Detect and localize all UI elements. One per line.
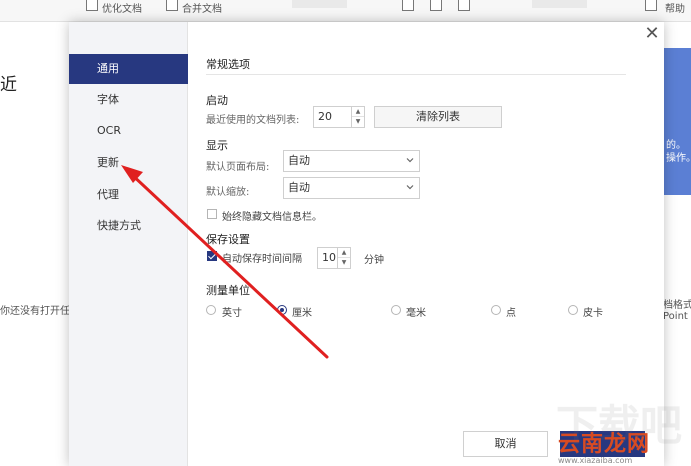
sidebar-item-update[interactable]: 更新 [69,148,188,178]
autosave-label: 自动保存时间间隔 [222,254,302,265]
divider [206,74,626,75]
unit-radio-inch[interactable] [206,305,216,315]
page-up-icon[interactable] [458,0,470,11]
stepper-up-icon[interactable]: ▲ [338,248,350,258]
toolbar-field[interactable] [292,0,347,8]
clear-list-button[interactable]: 清除列表 [374,106,502,128]
cancel-button[interactable]: 取消 [463,431,548,457]
default-zoom-label: 默认缩放: [206,187,250,198]
page-layout-select[interactable]: 自动 [283,150,420,172]
stepper-buttons: ▲ ▼ [337,248,350,268]
recent-docs-value[interactable]: 20 [318,107,332,127]
autosave-interval-stepper[interactable]: 10 ▲ ▼ [317,247,351,269]
default-zoom-select[interactable]: 自动 [283,177,420,199]
banner-line: 操作。 [666,153,691,164]
page-icon[interactable] [402,0,414,11]
page-layout-label: 默认页面布局: [206,162,270,173]
stepper-down-icon[interactable]: ▼ [338,258,350,268]
unit-label-cm: 厘米 [292,308,312,319]
sidebar-item-general[interactable]: 通用 [69,54,188,84]
minutes-unit: 分钟 [364,255,384,266]
stepper-up-icon[interactable]: ▲ [352,107,364,117]
unit-radio-point[interactable] [491,305,501,315]
autosave-checkbox[interactable] [207,251,217,261]
right-panel-text: 档格式 [663,300,691,311]
unit-label-inch: 英寸 [222,308,242,319]
hide-infobar-checkbox[interactable] [207,209,217,219]
watermark-url: www.xiazaiba.com [558,456,633,465]
recent-title: 近 [0,75,17,95]
sidebar-item-shortcuts[interactable]: 快捷方式 [69,211,188,241]
help-icon[interactable] [645,0,657,11]
startup-section-title: 启动 [206,94,228,107]
save-section-title: 保存设置 [206,233,250,246]
background-banner: 的。 操作。 [664,48,691,195]
toolbar-item-optimize[interactable]: 优化文档 [102,0,142,15]
unit-label-pica: 皮卡 [583,308,603,319]
page-down-icon[interactable] [430,0,442,11]
watermark: 下载吧 云南龙网 www.xiazaiba.com [548,401,691,466]
right-panel-text: Point [663,311,688,322]
sidebar-item-fonts[interactable]: 字体 [69,85,188,115]
stepper-buttons: ▲ ▼ [351,107,364,127]
unit-radio-pica[interactable] [568,305,578,315]
toolbar-item-help[interactable]: 帮助 [665,0,685,15]
hide-infobar-label: 始终隐藏文档信息栏。 [222,212,322,223]
chevron-down-icon [406,158,414,163]
sidebar-item-proxy[interactable]: 代理 [69,180,188,210]
page-number-field[interactable] [532,0,587,8]
toolbar-item-merge[interactable]: 合并文档 [182,0,222,15]
default-zoom-value: 自动 [288,181,310,194]
sidebar-item-ocr[interactable]: OCR [69,116,188,146]
preferences-sidebar: 通用 字体 OCR 更新 代理 快捷方式 [69,22,188,466]
unit-radio-mm[interactable] [391,305,401,315]
page-title: 常规选项 [206,58,250,71]
units-section-title: 测量单位 [206,284,250,297]
unit-label-mm: 毫米 [406,308,426,319]
unit-label-point: 点 [506,308,516,319]
background-toolbar: 优化文档 合并文档 帮助 [0,0,691,22]
unit-radio-cm[interactable] [277,305,287,315]
merge-icon[interactable] [166,0,178,11]
autosave-interval-value[interactable]: 10 [322,248,336,268]
stepper-down-icon[interactable]: ▼ [352,117,364,127]
page-layout-value: 自动 [288,154,310,167]
display-section-title: 显示 [206,139,228,152]
chevron-down-icon [406,185,414,190]
watermark-logo: 云南龙网 [558,432,651,457]
recent-docs-stepper[interactable]: 20 ▲ ▼ [313,106,365,128]
recent-docs-label: 最近使用的文档列表: [206,115,300,126]
document-icon[interactable] [86,0,98,11]
